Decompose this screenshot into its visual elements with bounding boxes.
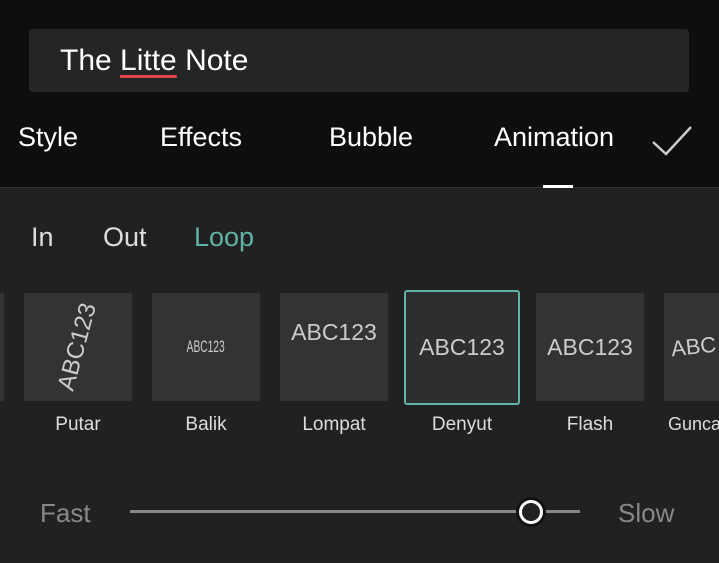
subtab-out[interactable]: Out — [103, 222, 147, 253]
speed-slider-thumb[interactable] — [515, 497, 546, 527]
animation-tile-putar[interactable]: ABC123 — [24, 293, 132, 401]
animation-tile-partial[interactable] — [0, 293, 4, 401]
text-part: Note — [176, 44, 249, 77]
preview-text: ABC123 — [291, 319, 377, 345]
animation-label: Lompat — [302, 414, 366, 435]
preview-text: ABC123 — [547, 333, 633, 360]
preview-text: ABC123 — [186, 337, 225, 356]
animation-label: Balik — [185, 414, 227, 435]
animation-tile-denyut[interactable]: ABC123 — [404, 290, 520, 405]
animation-tile-flash[interactable]: ABC123 — [536, 293, 644, 401]
preview-text: ABC123 — [52, 300, 103, 394]
subtab-loop[interactable]: Loop — [194, 222, 254, 253]
active-tab-indicator — [543, 185, 573, 188]
tab-effects[interactable]: Effects — [160, 122, 242, 153]
animation-tile-balik[interactable]: ABC123 — [152, 293, 260, 401]
animation-label: Denyut — [431, 414, 493, 435]
slider-min-label: Fast — [40, 498, 91, 528]
animation-label: Gunca — [668, 414, 719, 434]
slider-max-label: Slow — [618, 498, 675, 528]
text-part: The — [60, 44, 121, 77]
tab-animation[interactable]: Animation — [494, 122, 614, 153]
tab-bubble[interactable]: Bubble — [329, 122, 413, 153]
subtab-in[interactable]: In — [31, 222, 54, 253]
speed-slider-track[interactable] — [130, 510, 580, 513]
preview-text: ABC — [669, 331, 718, 362]
tab-style[interactable]: Style — [18, 122, 78, 153]
animation-label: Flash — [566, 414, 614, 435]
animation-tile-gunca[interactable]: ABC — [664, 293, 719, 401]
animation-tile-lompat[interactable]: ABC123 — [280, 293, 388, 401]
misspelled-word[interactable]: Litte — [120, 44, 177, 77]
text-input[interactable]: The Litte Note — [29, 29, 689, 92]
checkmark-icon[interactable] — [650, 124, 694, 158]
header: The Litte Note Style Effects Bubble Anim… — [0, 0, 719, 188]
preview-text: ABC123 — [419, 334, 505, 360]
animation-label: Putar — [55, 414, 101, 435]
